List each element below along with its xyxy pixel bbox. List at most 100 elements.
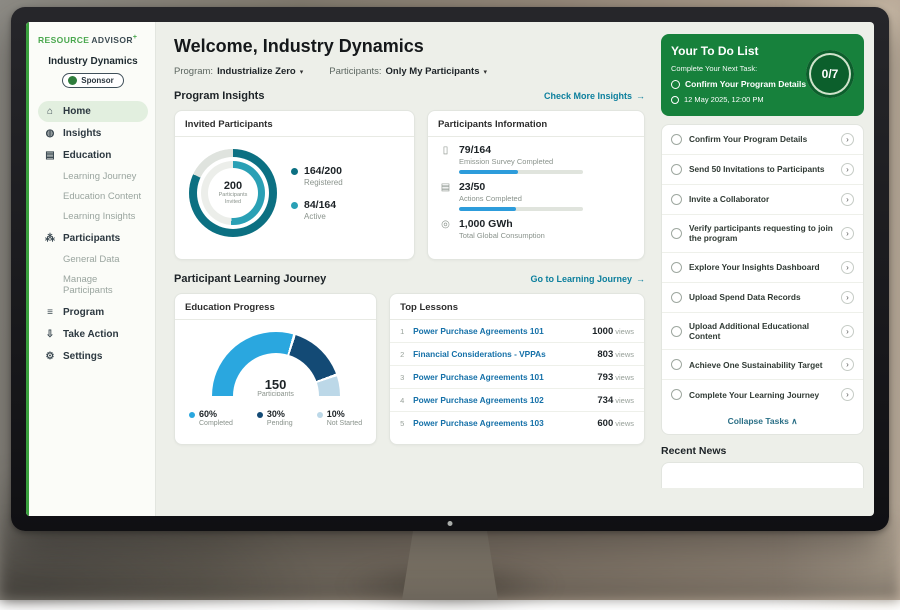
checkbox-icon[interactable] (671, 194, 682, 205)
checkbox-icon[interactable] (671, 80, 680, 89)
check-more-insights-label: Check More Insights (544, 91, 632, 101)
program-filter-value: Industrialize Zero (217, 66, 296, 77)
checkbox-icon[interactable] (671, 262, 682, 273)
sponsor-badge-label: Sponsor (81, 76, 113, 85)
lesson-link[interactable]: Power Purchase Agreements 103 (413, 418, 597, 428)
program-insights-cards: Invited Participants 200 Participants In… (174, 110, 645, 260)
todo-tasks-list: Confirm Your Program Details › Send 50 I… (661, 124, 864, 435)
sidebar-item-education[interactable]: ▤ Education (38, 145, 148, 166)
completed-value: 60% (199, 410, 233, 420)
actions-completed-value: 23/50 (459, 181, 583, 193)
sponsor-badge[interactable]: Sponsor (62, 73, 123, 88)
education-gauge-chart: 150 Participants (212, 332, 340, 396)
sidebar-item-learning-journey[interactable]: Learning Journey (38, 167, 148, 187)
todo-summary-card: Your To Do List Complete Your Next Task:… (661, 34, 864, 116)
sidebar-item-learning-insights[interactable]: Learning Insights (38, 207, 148, 227)
sidebar-item-home[interactable]: ⌂ Home (38, 101, 148, 122)
emission-survey-value: 79/164 (459, 144, 583, 156)
monitor-frame: RESOURCEADVISOR+ Industry Dynamics Spons… (11, 7, 889, 531)
chevron-right-icon[interactable]: › (841, 163, 854, 176)
task-item[interactable]: Explore Your Insights Dashboard › (662, 253, 863, 283)
actions-completed-progress-fill (459, 207, 516, 211)
sidebar-item-participants[interactable]: ⁂ Participants (38, 228, 148, 249)
chevron-right-icon[interactable]: › (841, 133, 854, 146)
task-item[interactable]: Confirm Your Program Details › (662, 125, 863, 155)
filters-bar: Program: Industrialize Zero ▾ Participan… (174, 66, 645, 77)
emission-survey-progress-fill (459, 170, 519, 174)
lesson-row: 2 Financial Considerations - VPPAs 803vi… (390, 343, 644, 366)
lesson-link[interactable]: Power Purchase Agreements 101 (413, 372, 597, 382)
check-more-insights-link[interactable]: Check More Insights → (544, 91, 645, 101)
actions-completed-label: Actions Completed (459, 194, 583, 203)
checkbox-icon[interactable] (671, 228, 682, 239)
chevron-right-icon[interactable]: › (841, 325, 854, 338)
lesson-views: 803views (597, 349, 634, 360)
clock-icon (671, 96, 679, 104)
task-item[interactable]: Verify participants requesting to join t… (662, 215, 863, 253)
checkbox-icon[interactable] (671, 134, 682, 145)
collapse-tasks-link[interactable]: Collapse Tasks ∧ (662, 409, 863, 434)
app-logo: RESOURCEADVISOR+ (38, 34, 148, 45)
sidebar-item-insights[interactable]: ◍ Insights (38, 123, 148, 144)
program-filter-dropdown[interactable]: Program: Industrialize Zero ▾ (174, 66, 303, 77)
participants-invited-count: 200 (224, 180, 242, 192)
participants-icon: ⁂ (44, 233, 56, 244)
sidebar-item-manage-participants[interactable]: Manage Participants (38, 270, 148, 301)
chevron-down-icon: ▾ (484, 68, 488, 76)
sidebar-item-program[interactable]: ≡ Program (38, 302, 148, 323)
task-item[interactable]: Upload Additional Educational Content › (662, 313, 863, 351)
chevron-right-icon[interactable]: › (841, 358, 854, 371)
chevron-right-icon[interactable]: › (841, 388, 854, 401)
chevron-right-icon[interactable]: › (841, 291, 854, 304)
stat-emission-survey: ▯ 79/164 Emission Survey Completed (428, 144, 644, 174)
program-insights-header: Program Insights Check More Insights → (174, 90, 645, 102)
checkbox-icon[interactable] (671, 359, 682, 370)
page-title: Welcome, Industry Dynamics (174, 36, 645, 57)
legend-item-completed: 60% Completed (189, 410, 233, 427)
sidebar: RESOURCEADVISOR+ Industry Dynamics Spons… (26, 22, 156, 516)
participants-filter-label: Participants: (329, 66, 381, 77)
lesson-views: 1000views (592, 326, 634, 337)
sidebar-nav: ⌂ Home ◍ Insights ▤ Education Learning J… (38, 101, 148, 367)
task-item[interactable]: Invite a Collaborator › (662, 185, 863, 215)
task-item[interactable]: Send 50 Invitations to Participants › (662, 155, 863, 185)
arrow-right-icon: → (636, 91, 645, 101)
sidebar-item-education-content[interactable]: Education Content (38, 187, 148, 207)
invited-donut-gap: 200 Participants Invited (197, 157, 269, 229)
task-item[interactable]: Upload Spend Data Records › (662, 283, 863, 313)
checkbox-icon[interactable] (671, 292, 682, 303)
lesson-row: 5 Power Purchase Agreements 103 600views (390, 412, 644, 434)
lesson-views: 734views (597, 395, 634, 406)
checkbox-icon[interactable] (671, 389, 682, 400)
sidebar-item-take-action[interactable]: ⇩ Take Action (38, 324, 148, 345)
participants-filter-dropdown[interactable]: Participants: Only My Participants ▾ (329, 66, 487, 77)
sidebar-item-general-data[interactable]: General Data (38, 250, 148, 270)
chevron-right-icon[interactable]: › (841, 193, 854, 206)
participants-invited-label: Participants Invited (216, 192, 250, 205)
lesson-link[interactable]: Power Purchase Agreements 102 (413, 395, 597, 405)
education-progress-card: Education Progress 150 Participants (174, 293, 377, 445)
education-icon: ▤ (44, 150, 56, 161)
task-item[interactable]: Achieve One Sustainability Target › (662, 350, 863, 380)
background-photo: RESOURCEADVISOR+ Industry Dynamics Spons… (0, 0, 900, 600)
chevron-right-icon[interactable]: › (841, 227, 854, 240)
lesson-link[interactable]: Power Purchase Agreements 101 (413, 326, 592, 336)
sponsor-icon (68, 76, 77, 85)
stat-actions-completed: ▤ 23/50 Actions Completed (428, 181, 644, 211)
learning-journey-cards: Education Progress 150 Participants (174, 293, 645, 445)
invited-participants-card: Invited Participants 200 Participants In… (174, 110, 415, 260)
go-to-learning-journey-link[interactable]: Go to Learning Journey → (530, 274, 645, 284)
chevron-right-icon[interactable]: › (841, 261, 854, 274)
checkbox-icon[interactable] (671, 326, 682, 337)
task-item[interactable]: Complete Your Learning Journey › (662, 380, 863, 409)
education-gauge-center: 150 Participants (212, 378, 340, 396)
checkbox-icon[interactable] (671, 164, 682, 175)
sidebar-item-label: Education (63, 150, 111, 161)
dashboard-app: RESOURCEADVISOR+ Industry Dynamics Spons… (26, 22, 874, 516)
top-lessons-title: Top Lessons (390, 294, 644, 320)
lesson-link[interactable]: Financial Considerations - VPPAs (413, 349, 597, 359)
sidebar-item-settings[interactable]: ⚙ Settings (38, 346, 148, 367)
legend-item-pending: 30% Pending (257, 410, 293, 427)
todo-time-label: 12 May 2025, 12:00 PM (684, 95, 764, 104)
learning-journey-header: Participant Learning Journey Go to Learn… (174, 273, 645, 285)
